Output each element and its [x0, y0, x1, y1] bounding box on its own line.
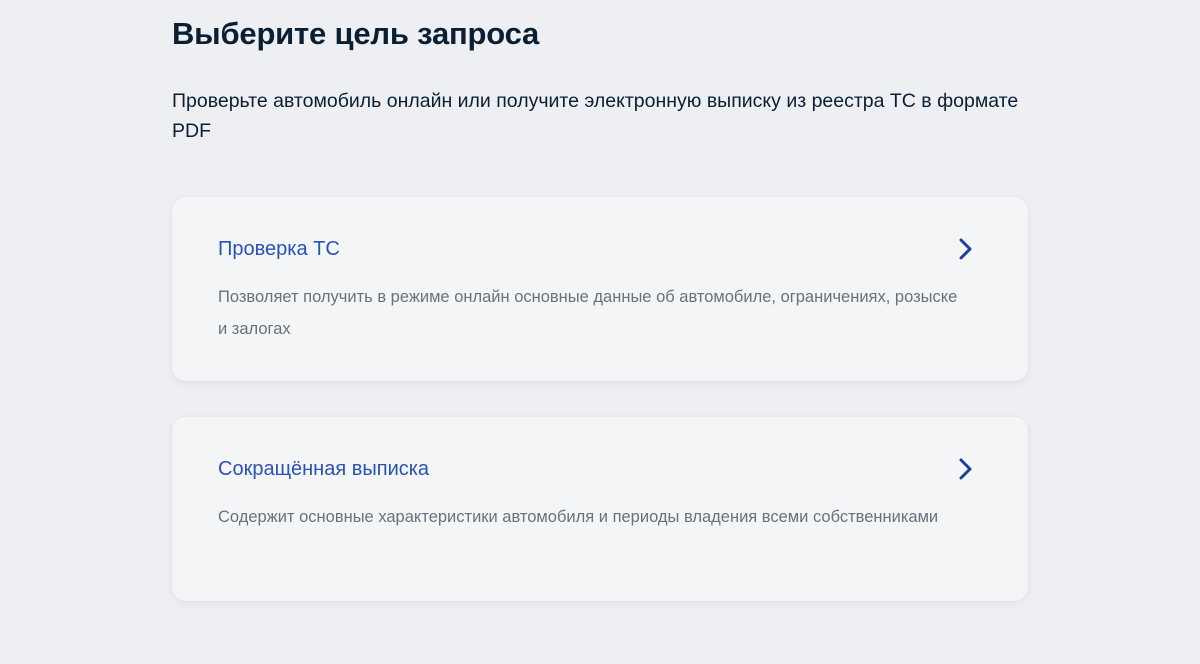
option-description: Содержит основные характеристики автомоб… [218, 508, 939, 526]
option-card-vehicle-check[interactable]: Проверка ТС Позволяет получить в режиме … [172, 197, 1028, 381]
page-subtitle: Проверьте автомобиль онлайн или получите… [172, 90, 1019, 142]
option-title[interactable]: Сокращённая выписка [218, 455, 429, 483]
chevron-right-icon[interactable] [954, 457, 976, 481]
chevron-right-icon[interactable] [954, 237, 976, 261]
option-description: Позволяет получить в режиме онлайн основ… [218, 288, 958, 338]
option-card-short-extract[interactable]: Сокращённая выписка Содержит основные ха… [172, 417, 1028, 601]
page-title: Выберите цель запроса [172, 16, 540, 51]
option-title[interactable]: Проверка ТС [218, 235, 340, 263]
